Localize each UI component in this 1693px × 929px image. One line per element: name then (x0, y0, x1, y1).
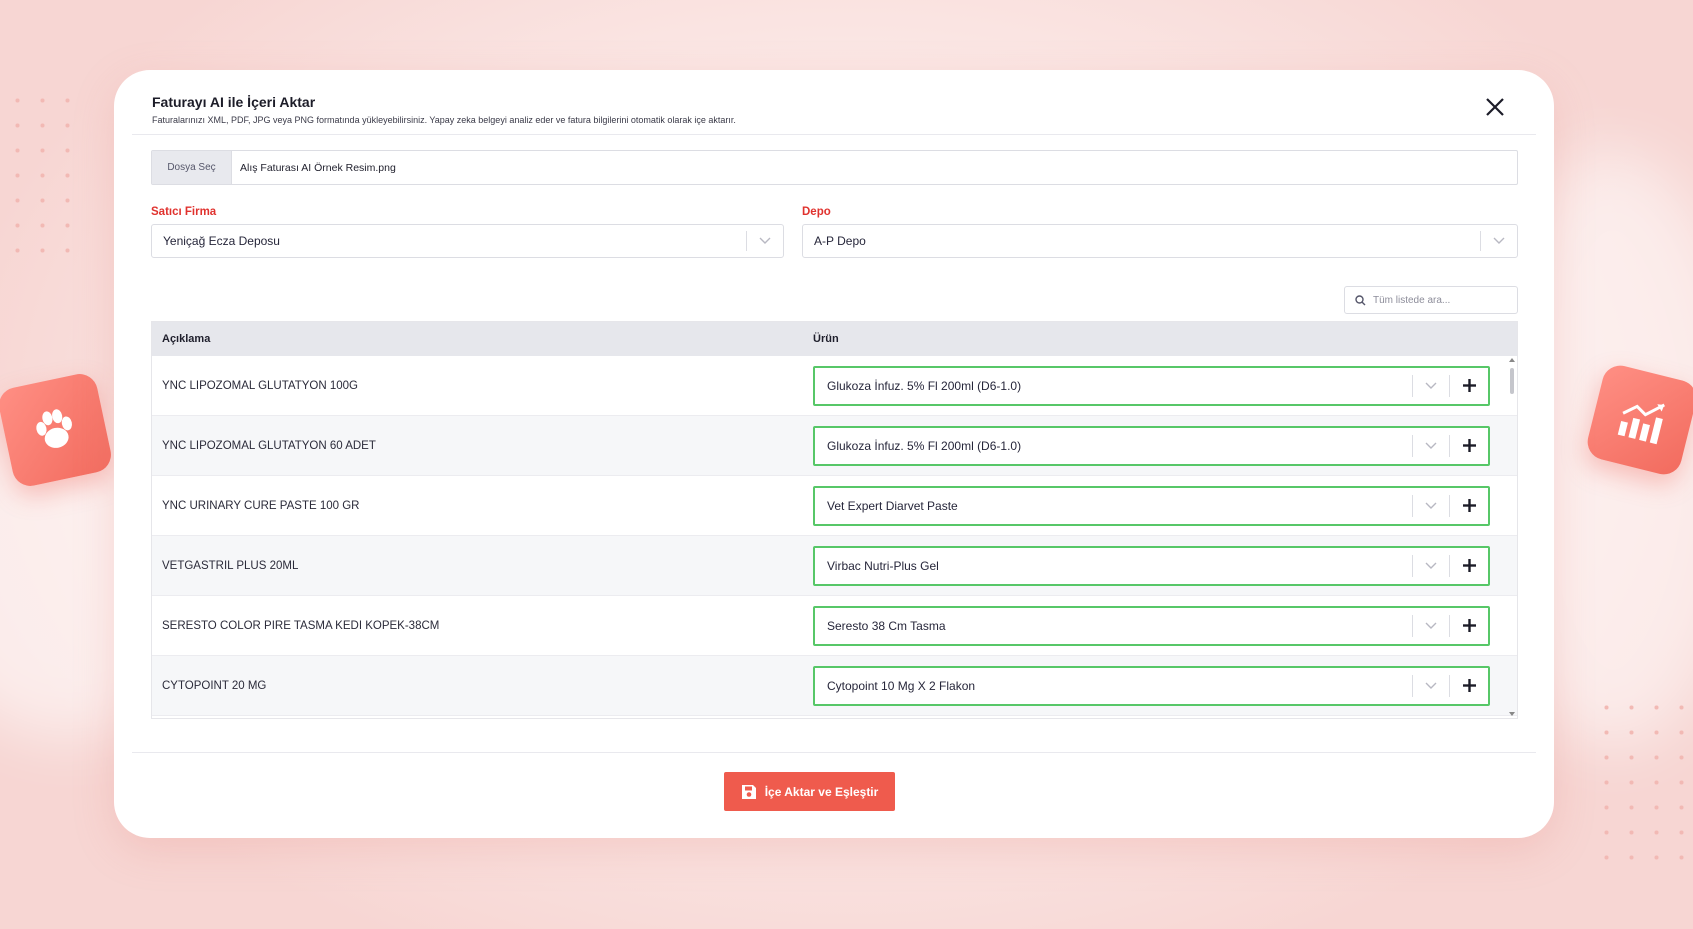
choose-file-button[interactable]: Dosya Seç (152, 151, 232, 184)
import-invoice-modal: Faturayı AI ile İçeri Aktar Faturalarını… (114, 70, 1554, 838)
chevron-down-icon[interactable] (1413, 502, 1449, 510)
scroll-up-icon[interactable] (1509, 358, 1515, 362)
add-product-button[interactable] (1450, 548, 1488, 584)
table-row: YNC URINARY CURE PASTE 100 GR Vet Expert… (152, 476, 1517, 536)
table-row: SERESTO COLOR PIRE TASMA KEDI KOPEK-38CM… (152, 596, 1517, 656)
plus-icon (1462, 439, 1476, 452)
seller-select-value: Yeniçağ Ecza Deposu (163, 234, 280, 248)
product-select-value: Seresto 38 Cm Tasma (827, 618, 946, 633)
decorative-dots (5, 88, 75, 258)
product-select[interactable]: Seresto 38 Cm Tasma (813, 605, 1490, 646)
footer-divider (132, 752, 1536, 753)
chevron-down-icon (747, 237, 783, 245)
close-icon (1486, 98, 1504, 116)
add-product-button[interactable] (1450, 428, 1488, 464)
chevron-down-icon (1481, 237, 1517, 245)
row-description: CYTOPOINT 20 MG (162, 679, 267, 692)
import-and-match-button[interactable]: İçe Aktar ve Eşleştir (724, 772, 895, 811)
modal-title: Faturayı AI ile İçeri Aktar (152, 94, 316, 110)
scroll-down-icon[interactable] (1509, 712, 1515, 716)
row-description: YNC LIPOZOMAL GLUTATYON 100G (162, 379, 358, 392)
product-select[interactable]: Glukoza İnfuz. 5% Fl 200ml (D6-1.0) (813, 365, 1490, 406)
add-product-button[interactable] (1450, 608, 1488, 644)
table-row: YNC LIPOZOMAL GLUTATYON 60 ADET Glukoza … (152, 416, 1517, 476)
modal-subtitle: Faturalarınızı XML, PDF, JPG veya PNG fo… (152, 115, 736, 125)
plus-icon (1462, 559, 1476, 572)
table-header: Açıklama Ürün (152, 322, 1517, 356)
product-select-value: Glukoza İnfuz. 5% Fl 200ml (D6-1.0) (827, 438, 1022, 453)
selected-file-name: Alış Faturası AI Örnek Resim.png (240, 161, 396, 174)
plus-icon (1462, 679, 1476, 692)
plus-icon (1462, 619, 1476, 632)
scroll-thumb[interactable] (1510, 368, 1514, 394)
matching-table: Açıklama Ürün YNC LIPOZOMAL GLUTATYON 10… (151, 321, 1518, 719)
warehouse-label: Depo (802, 206, 831, 218)
plus-icon (1462, 499, 1476, 512)
growth-chart-icon (1617, 403, 1665, 445)
column-header-product: Ürün (813, 333, 839, 345)
seller-label: Satıcı Firma (151, 206, 217, 218)
close-button[interactable] (1482, 94, 1508, 120)
table-search (1344, 286, 1518, 314)
product-select-value: Vet Expert Diarvet Paste (827, 498, 958, 513)
decorative-dots (1594, 695, 1693, 865)
product-select[interactable]: Glukoza İnfuz. 5% Fl 200ml (D6-1.0) (813, 425, 1490, 466)
row-description: SERESTO COLOR PIRE TASMA KEDI KOPEK-38CM (162, 619, 440, 632)
file-upload: Dosya Seç Alış Faturası AI Örnek Resim.p… (151, 150, 1518, 185)
table-row: YNC LIPOZOMAL GLUTATYON 100G Glukoza İnf… (152, 356, 1517, 416)
paw-icon (36, 409, 72, 448)
header-divider (132, 134, 1536, 135)
search-icon (1355, 294, 1366, 305)
import-and-match-label: İçe Aktar ve Eşleştir (764, 784, 879, 799)
product-select-value: Virbac Nutri-Plus Gel (827, 558, 939, 573)
table-row: VETGASTRIL PLUS 20ML Virbac Nutri-Plus G… (152, 536, 1517, 596)
table-scrollbar[interactable] (1509, 358, 1515, 716)
seller-select[interactable]: Yeniçağ Ecza Deposu (151, 224, 784, 258)
chevron-down-icon[interactable] (1413, 382, 1449, 390)
table-row: CYTOPOINT 20 MG Cytopoint 10 Mg X 2 Flak… (152, 656, 1517, 716)
warehouse-select-value: A-P Depo (814, 234, 866, 248)
row-description: YNC URINARY CURE PASTE 100 GR (162, 499, 360, 512)
plus-icon (1462, 379, 1476, 392)
row-description: VETGASTRIL PLUS 20ML (162, 559, 299, 572)
column-header-description: Açıklama (162, 333, 211, 345)
chevron-down-icon[interactable] (1413, 622, 1449, 630)
product-select[interactable]: Vet Expert Diarvet Paste (813, 485, 1490, 526)
product-select-value: Glukoza İnfuz. 5% Fl 200ml (D6-1.0) (827, 378, 1022, 393)
chevron-down-icon[interactable] (1413, 682, 1449, 690)
chevron-down-icon[interactable] (1413, 442, 1449, 450)
row-description: YNC LIPOZOMAL GLUTATYON 60 ADET (162, 439, 376, 452)
add-product-button[interactable] (1450, 368, 1488, 404)
search-input[interactable] (1373, 294, 1503, 306)
chevron-down-icon[interactable] (1413, 562, 1449, 570)
paw-tile (0, 370, 115, 490)
product-select[interactable]: Cytopoint 10 Mg X 2 Flakon (813, 665, 1490, 706)
warehouse-select[interactable]: A-P Depo (802, 224, 1518, 258)
product-select-value: Cytopoint 10 Mg X 2 Flakon (827, 678, 976, 693)
table-body: YNC LIPOZOMAL GLUTATYON 100G Glukoza İnf… (152, 356, 1517, 716)
add-product-button[interactable] (1450, 488, 1488, 524)
save-icon (741, 784, 756, 799)
add-product-button[interactable] (1450, 668, 1488, 704)
product-select[interactable]: Virbac Nutri-Plus Gel (813, 545, 1490, 586)
